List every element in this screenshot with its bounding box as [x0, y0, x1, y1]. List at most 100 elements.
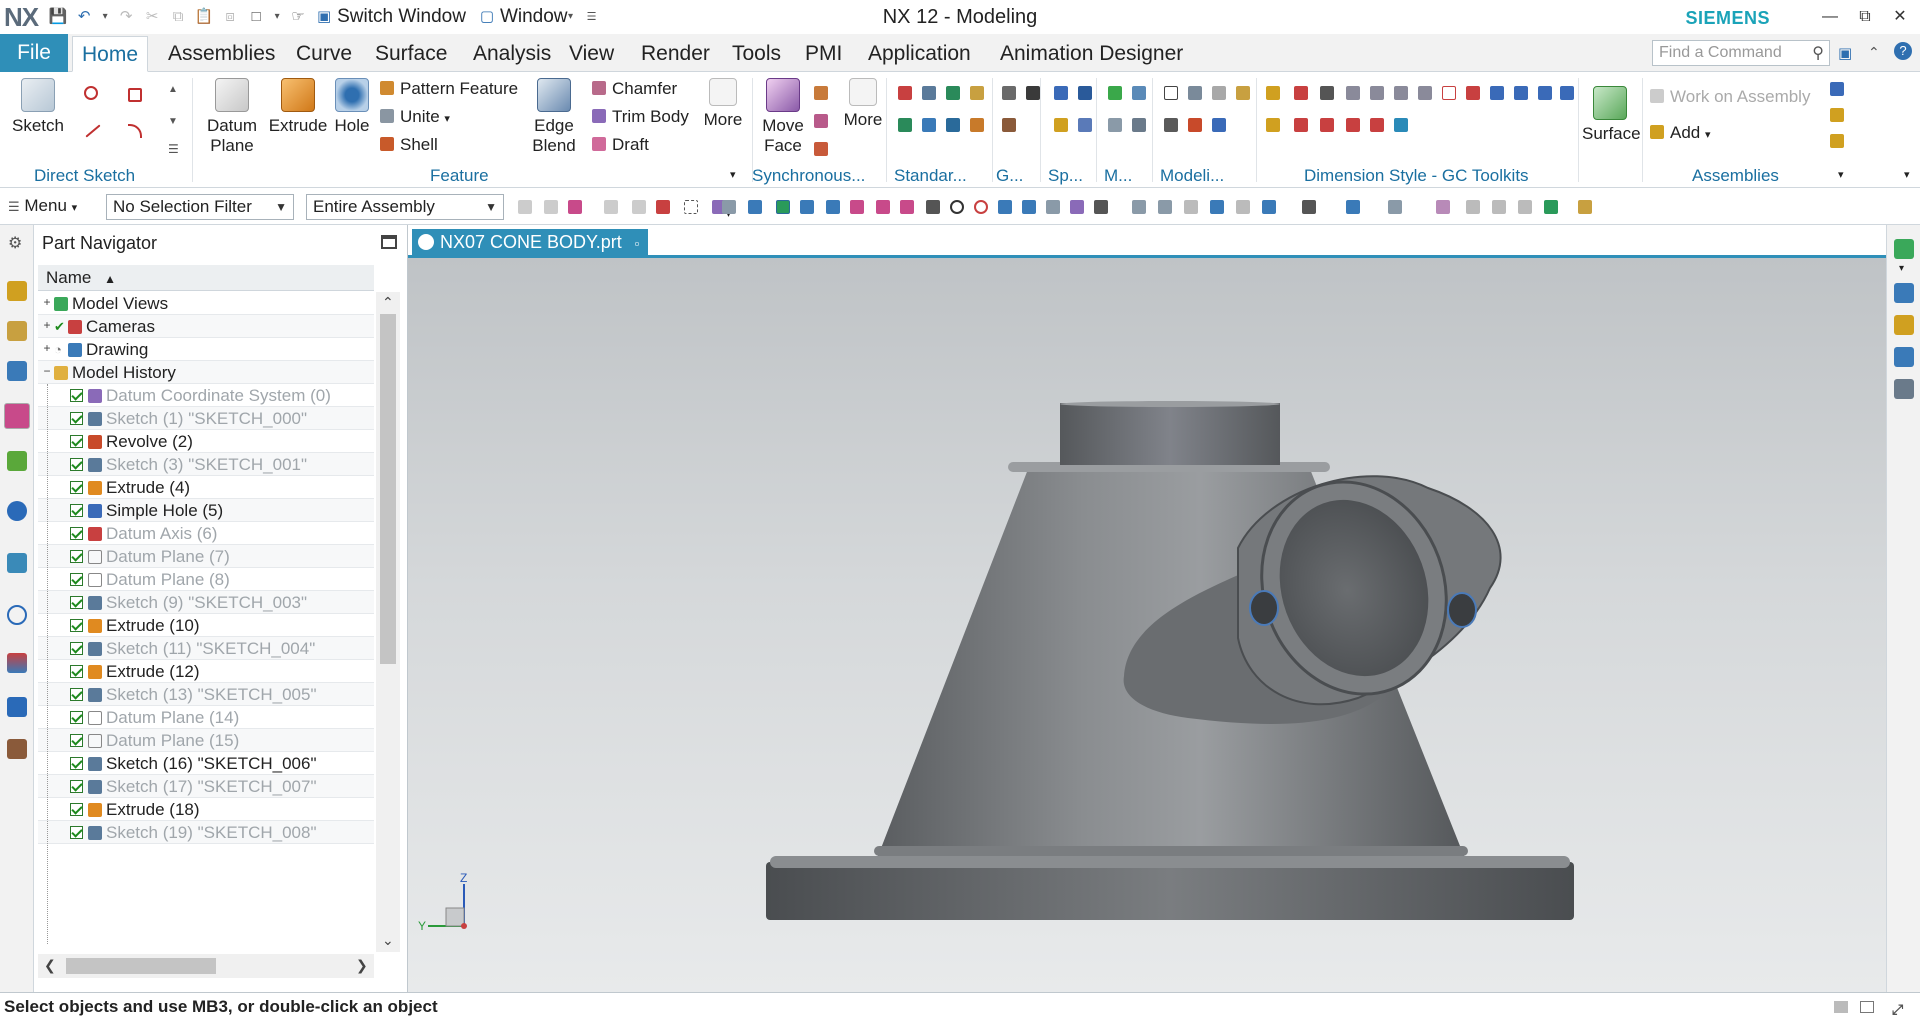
surface-button[interactable]: Surface [1582, 86, 1641, 144]
shell-button[interactable]: Shell [380, 134, 438, 156]
view-tool-icon[interactable] [1262, 200, 1276, 214]
cut-icon[interactable]: ✂ [142, 7, 162, 27]
standard-tool-icon[interactable] [946, 118, 960, 132]
copy-icon[interactable]: ⧉ [168, 7, 188, 27]
group-assemblies[interactable]: Assemblies [1692, 166, 1779, 186]
part-navigator-active-icon[interactable] [4, 403, 30, 429]
line-icon[interactable] [85, 124, 101, 138]
modeling-tool-icon[interactable] [1212, 118, 1226, 132]
visibility-checkbox[interactable] [70, 711, 83, 724]
visibility-checkbox[interactable] [70, 550, 83, 563]
selection-tool-icon[interactable] [568, 200, 582, 214]
paste-icon[interactable]: 📋 [194, 7, 214, 27]
view-tool-icon[interactable] [1302, 200, 1316, 214]
touch-mode-icon[interactable]: ☞ [288, 7, 308, 27]
window-menu[interactable]: Window [500, 6, 568, 28]
add-component-button[interactable]: Add ▾ [1650, 122, 1711, 146]
feature-group-dropdown-icon[interactable]: ▾ [730, 168, 736, 181]
pattern-feature-button[interactable]: Pattern Feature [380, 78, 518, 100]
menu-button[interactable]: ☰ Menu ▾ [8, 196, 77, 216]
dimension-tool-icon[interactable] [1370, 86, 1384, 100]
scroll-left-icon[interactable]: ❮ [44, 957, 56, 974]
snap-tool-icon[interactable] [876, 200, 890, 214]
web-browser-icon[interactable] [7, 553, 27, 573]
tree-node[interactable]: Datum Plane (8) [38, 568, 374, 591]
modeling-tool-icon[interactable] [1164, 118, 1178, 132]
view-tool-icon[interactable] [1236, 200, 1250, 214]
visibility-checkbox[interactable] [70, 596, 83, 609]
group-feature[interactable]: Feature [430, 166, 489, 186]
tree-node[interactable]: Datum Plane (14) [38, 706, 374, 729]
vertical-scrollbar[interactable]: ⌃ ⌄ [376, 292, 400, 952]
minimize-ribbon-icon[interactable]: ⌃ [1868, 44, 1880, 61]
datum-plane-button[interactable]: Datum Plane [200, 78, 264, 156]
selection-tool-icon[interactable] [684, 200, 698, 214]
layout-resource-icon[interactable] [1894, 379, 1914, 399]
tab-view[interactable]: View [560, 36, 623, 72]
tab-analysis[interactable]: Analysis [464, 36, 560, 72]
assembly-resource-icon[interactable] [1894, 315, 1914, 335]
modeling-tool-icon[interactable] [1212, 86, 1226, 100]
dimension-tool-icon[interactable] [1418, 86, 1432, 100]
sp-tool-icon[interactable] [1078, 86, 1092, 100]
visibility-checkbox[interactable] [70, 780, 83, 793]
top-boss[interactable] [1060, 401, 1280, 465]
palette-icon[interactable] [7, 653, 27, 673]
undock-icon[interactable]: ▫ [635, 236, 640, 251]
standard-tool-icon[interactable] [970, 86, 984, 100]
standard-tool-icon[interactable] [970, 118, 984, 132]
m-tool-icon[interactable] [1108, 86, 1122, 100]
dimension-tool-icon[interactable] [1514, 86, 1528, 100]
scroll-down-icon[interactable]: ⌄ [382, 932, 394, 949]
expand-icon[interactable]: ⤢ [1892, 995, 1903, 1023]
undo-dropdown-icon[interactable]: ▾ [100, 7, 110, 27]
cone-body-model[interactable]: Z Y [408, 258, 1886, 992]
minimize-icon[interactable]: — [1815, 4, 1845, 30]
tree-node[interactable]: Extrude (12) [38, 660, 374, 683]
dimension-tool-icon[interactable] [1346, 86, 1360, 100]
hd3d-tools-icon[interactable] [7, 501, 27, 521]
snap-tool-icon[interactable] [900, 200, 914, 214]
tree-node[interactable]: Sketch (1) "SKETCH_000" [38, 407, 374, 430]
base-flange[interactable] [766, 856, 1574, 920]
group-synchronous[interactable]: Synchronous... [752, 166, 865, 186]
selection-tool-icon[interactable] [604, 200, 618, 214]
chevron-down-icon[interactable]: ▾ [1899, 263, 1904, 274]
selection-scope-select[interactable]: Entire Assembly ▼ [306, 194, 504, 220]
switch-window-button[interactable]: Switch Window [337, 6, 466, 28]
modeling-tool-icon[interactable] [1188, 118, 1202, 132]
dimension-tool-icon[interactable] [1394, 86, 1408, 100]
visibility-checkbox[interactable] [70, 642, 83, 655]
tree-node[interactable]: Datum Coordinate System (0) [38, 384, 374, 407]
sp-tool-icon[interactable] [1054, 86, 1068, 100]
view-tool-icon[interactable] [1492, 200, 1506, 214]
ribbon-overflow-dropdown-icon[interactable]: ▾ [1904, 168, 1910, 181]
dimension-tool-icon[interactable] [1294, 118, 1308, 132]
scroll-down-icon[interactable]: ▼ [168, 116, 178, 127]
standard-tool-icon[interactable] [898, 86, 912, 100]
snap-tool-icon[interactable] [926, 200, 940, 214]
rectangle-icon[interactable] [128, 88, 142, 102]
visibility-checkbox[interactable] [70, 665, 83, 678]
chamfer-button[interactable]: Chamfer [592, 78, 677, 100]
snap-tool-icon[interactable] [826, 200, 840, 214]
shape-resource-icon[interactable] [1894, 283, 1914, 303]
feature-more-button[interactable]: More [700, 78, 746, 130]
group-g[interactable]: G... [996, 166, 1023, 186]
visibility-checkbox[interactable] [70, 527, 83, 540]
selection-tool-icon[interactable] [518, 200, 532, 214]
process-studio-icon[interactable] [7, 697, 27, 717]
group-modeling[interactable]: Modeli... [1160, 166, 1224, 186]
expand-icon[interactable]: + [42, 342, 52, 354]
search-icon[interactable]: ⚲ [1812, 43, 1824, 63]
column-header-name[interactable]: Name ▲ [38, 265, 374, 291]
collapse-icon[interactable]: − [42, 365, 52, 377]
expand-icon[interactable]: + [42, 296, 52, 308]
visibility-checkbox[interactable] [70, 481, 83, 494]
group-m[interactable]: M... [1104, 166, 1132, 186]
offset-region-icon[interactable] [814, 86, 828, 100]
history-icon[interactable] [7, 605, 27, 625]
snap-tool-icon[interactable] [748, 200, 762, 214]
view-tool-icon[interactable] [1158, 200, 1172, 214]
dimension-tool-icon[interactable] [1294, 86, 1308, 100]
